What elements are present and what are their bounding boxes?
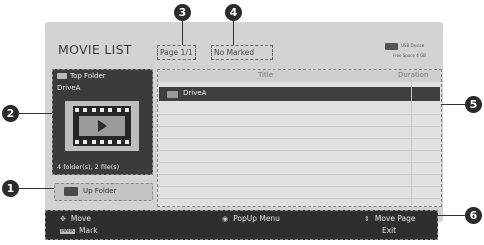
current-drive-name: DriveA	[57, 84, 81, 92]
page-indicator: Page 1/1	[157, 45, 196, 60]
column-title: Title	[258, 71, 274, 79]
callout-1: 1	[2, 180, 19, 197]
usb-device-info: USB Device Free Space 4 GB	[385, 41, 431, 61]
empty-row	[159, 115, 440, 127]
usb-free-space: Free Space 4 GB	[393, 53, 426, 58]
empty-row	[159, 103, 440, 115]
movie-thumbnail	[65, 101, 139, 151]
footer-move: ✥ Move	[60, 214, 91, 223]
callout-5: 5	[465, 96, 482, 113]
film-strip-icon	[73, 106, 131, 146]
footer-help-bar: ✥ Move MARK Mark ◉ PopUp Menu ⇕ Move Page Ex…	[45, 210, 438, 240]
callout-3: 3	[174, 4, 191, 21]
usb-icon	[385, 43, 398, 50]
empty-row	[159, 163, 440, 175]
empty-row	[159, 187, 440, 199]
list-item[interactable]: DriveA	[159, 87, 440, 101]
page-key-icon: ⇕	[364, 215, 370, 223]
callout-3-leader	[182, 21, 183, 45]
play-icon	[98, 120, 107, 132]
list-item-title: DriveA	[183, 89, 207, 97]
usb-device-name: USB Device	[401, 43, 425, 48]
column-duration: Duration	[398, 71, 429, 79]
mark-key-icon: MARK	[60, 228, 76, 234]
top-folder-item[interactable]: Top Folder	[57, 72, 106, 80]
top-folder-label: Top Folder	[70, 72, 106, 80]
file-list: Title Duration DriveA	[157, 69, 442, 207]
folder-icon	[167, 91, 178, 98]
column-divider	[411, 82, 412, 205]
folder-icon	[57, 73, 67, 79]
folder-preview-panel: Top Folder DriveA 4 folder(s), 2 file(s)	[52, 69, 153, 175]
callout-6-leader	[437, 215, 465, 216]
footer-move-page: ⇕ Move Page	[364, 214, 416, 223]
callout-4-leader	[233, 21, 234, 45]
empty-row	[159, 127, 440, 139]
empty-row	[159, 139, 440, 151]
empty-row	[159, 151, 440, 163]
callout-1-leader	[19, 188, 54, 189]
callout-2-leader	[19, 113, 52, 114]
dpad-icon: ✥	[60, 215, 66, 223]
ok-button-icon: ◉	[222, 215, 229, 223]
footer-popup-menu: ◉ PopUp Menu	[222, 214, 280, 223]
up-folder-label: Up Folder	[83, 187, 117, 195]
page-title: MOVIE LIST	[58, 42, 132, 57]
up-folder-icon	[64, 187, 78, 196]
callout-4: 4	[225, 4, 242, 21]
callout-6: 6	[465, 207, 482, 224]
footer-mark: MARK Mark	[60, 226, 98, 235]
footer-exit: Exit	[382, 226, 397, 235]
up-folder-button[interactable]: Up Folder	[54, 183, 153, 201]
callout-2: 2	[2, 105, 19, 122]
marked-status: No Marked	[211, 45, 273, 60]
callout-5-leader	[441, 104, 465, 105]
list-header: Title Duration	[158, 70, 441, 82]
folder-file-count: 4 folder(s), 2 file(s)	[57, 163, 120, 171]
empty-row	[159, 175, 440, 187]
